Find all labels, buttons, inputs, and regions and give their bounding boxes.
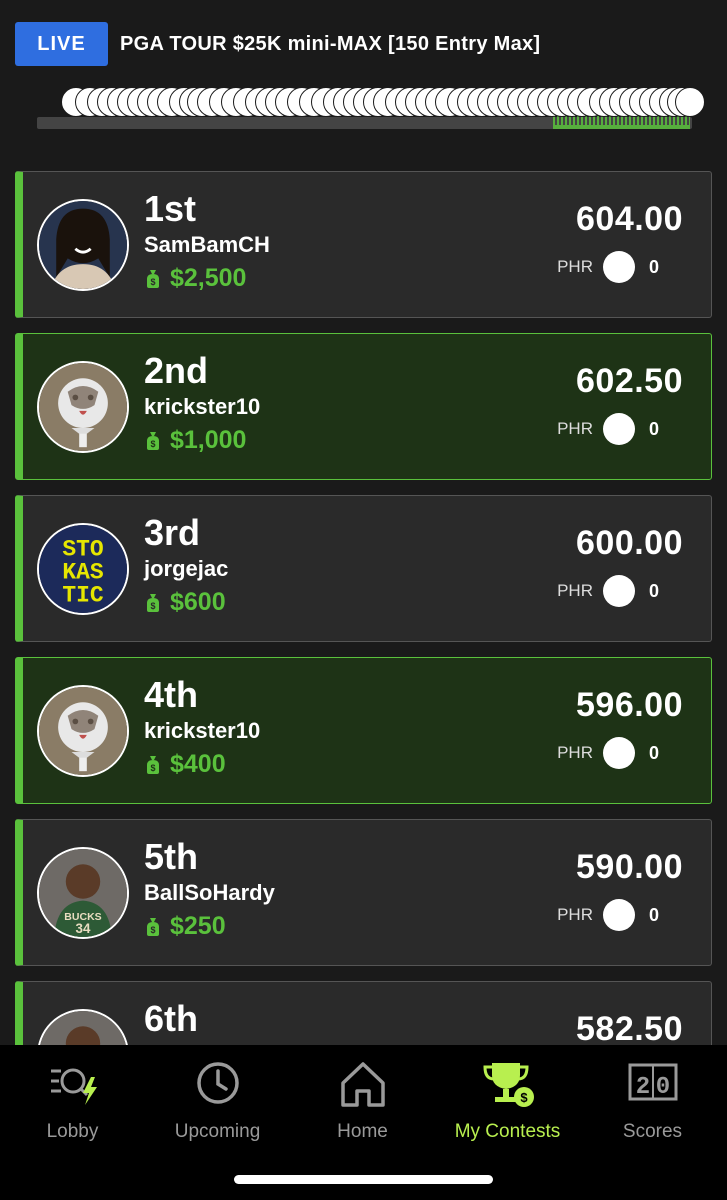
svg-text:34: 34 [76, 921, 91, 936]
fantasy-points: 602.50 [576, 362, 683, 400]
prize: $ $2,500 [144, 264, 246, 293]
phr-label: PHR [557, 905, 593, 924]
scoreboard-icon: 2 0 [628, 1063, 677, 1101]
phr-progress-icon [602, 251, 635, 283]
phr-value: 0 [648, 256, 659, 277]
avatar: STO KAS TIC [37, 523, 129, 615]
standing-row[interactable]: 2nd krickster10 $ $1,000 602.50 PHR 0 [15, 333, 712, 480]
fantasy-points: 600.00 [576, 524, 683, 562]
prize-amount: $250 [170, 912, 226, 940]
prize: $ $400 [144, 750, 226, 779]
phr-label: PHR [557, 257, 593, 276]
phr-indicator: PHR 0 [557, 412, 659, 446]
phr-progress-icon [602, 737, 635, 769]
phr-value: 0 [648, 580, 659, 601]
svg-text:$: $ [150, 601, 155, 611]
username: krickster10 [144, 718, 261, 743]
phr-indicator: PHR 0 [557, 898, 659, 932]
tab-scores[interactable]: 2 0 Scores [580, 1059, 725, 1143]
place-rank: 3rd [144, 512, 201, 553]
tab-label: Home [337, 1121, 388, 1142]
lobby-icon [50, 1068, 97, 1105]
money-bag-icon: $ [147, 917, 159, 936]
phr-value: 0 [648, 904, 659, 925]
fantasy-points: 596.00 [576, 686, 683, 724]
phr-indicator: PHR 0 [557, 250, 659, 284]
prize-amount: $400 [170, 750, 226, 778]
clock-icon [196, 1062, 239, 1104]
svg-text:$: $ [150, 763, 155, 773]
svg-text:TIC: TIC [62, 583, 104, 609]
prize: $ $600 [144, 588, 226, 617]
phr-label: PHR [557, 419, 593, 438]
phr-label: PHR [557, 743, 593, 762]
tab-home[interactable]: Home [290, 1059, 435, 1143]
avatar [37, 685, 129, 777]
phr-label: PHR [557, 581, 593, 600]
place-rank: 4th [144, 674, 198, 715]
svg-text:$: $ [150, 277, 155, 287]
money-bag-icon: $ [147, 431, 159, 450]
prize: $ $250 [144, 912, 226, 941]
fantasy-points: 582.50 [576, 1010, 683, 1048]
standing-row[interactable]: 4th krickster10 $ $400 596.00 PHR 0 [15, 657, 712, 804]
tab-my-contests[interactable]: $ My Contests [435, 1059, 580, 1143]
home-icon [340, 1062, 385, 1107]
contest-header: LIVE PGA TOUR $25K mini-MAX [150 Entry M… [0, 0, 727, 165]
prize: $ $1,000 [144, 426, 246, 455]
phr-value: 0 [648, 418, 659, 439]
place-rank: 1st [144, 188, 197, 229]
contest-title[interactable]: PGA TOUR $25K mini-MAX [150 Entry Max] [120, 22, 540, 66]
standings-list: 1st SamBamCH $ $2,500 604.00 PHR 0 2nd k… [15, 171, 712, 1143]
home-indicator [234, 1175, 493, 1184]
phr-progress-icon [602, 899, 635, 931]
entry-marker [675, 87, 705, 117]
prize-amount: $2,500 [170, 264, 247, 292]
place-rank: 6th [144, 998, 198, 1039]
svg-text:$: $ [150, 439, 155, 449]
phr-progress-icon [602, 413, 635, 445]
phr-indicator: PHR 0 [557, 574, 659, 608]
phr-value: 0 [648, 742, 659, 763]
username: SamBamCH [144, 232, 270, 257]
standing-row[interactable]: STO KAS TIC 3rd jorgejac $ $600 600.00 P… [15, 495, 712, 642]
money-bag-icon: $ [147, 593, 159, 612]
money-bag-icon: $ [147, 269, 159, 288]
live-badge: LIVE [15, 22, 108, 66]
tab-label: Upcoming [174, 1121, 261, 1142]
tab-upcoming[interactable]: Upcoming [145, 1059, 290, 1143]
username: jorgejac [144, 556, 229, 581]
username: krickster10 [144, 394, 261, 419]
standings-progress-bar [37, 85, 705, 133]
svg-text:2: 2 [635, 1074, 649, 1101]
standing-row[interactable]: BUCKS 34 5th BallSoHardy $ $250 590.00 P… [15, 819, 712, 966]
tab-label: Scores [622, 1121, 683, 1142]
svg-text:$: $ [150, 925, 155, 935]
entry-markers [37, 85, 705, 121]
svg-text:$: $ [520, 1090, 528, 1105]
prize-amount: $600 [170, 588, 226, 616]
tab-lobby[interactable]: Lobby [0, 1059, 145, 1143]
username: BallSoHardy [144, 880, 275, 905]
place-rank: 2nd [144, 350, 209, 391]
avatar [37, 361, 129, 453]
phr-indicator: PHR 0 [557, 736, 659, 770]
tab-label: Lobby [46, 1121, 99, 1142]
money-bag-icon: $ [147, 755, 159, 774]
avatar [37, 199, 129, 291]
trophy-icon: $ [482, 1063, 534, 1107]
svg-text:0: 0 [655, 1074, 669, 1101]
fantasy-points: 590.00 [576, 848, 683, 886]
tab-label: My Contests [454, 1121, 561, 1142]
fantasy-points: 604.00 [576, 200, 683, 238]
standing-row[interactable]: 1st SamBamCH $ $2,500 604.00 PHR 0 [15, 171, 712, 318]
prize-amount: $1,000 [170, 426, 247, 454]
avatar: BUCKS 34 [37, 847, 129, 939]
phr-progress-icon [602, 575, 635, 607]
place-rank: 5th [144, 836, 198, 877]
